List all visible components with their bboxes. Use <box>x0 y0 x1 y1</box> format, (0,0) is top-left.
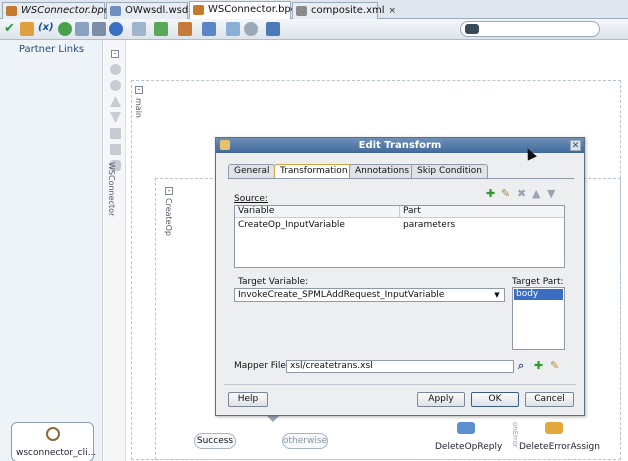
target-part-item[interactable]: body <box>514 289 563 300</box>
source-variable-cell[interactable]: CreateOp_InputVariable <box>235 219 400 231</box>
scope-icon[interactable] <box>110 128 121 139</box>
partner-links-panel: Partner Links wsconnector_cli... <box>0 40 103 461</box>
edit-transform-dialog: Edit Transform ✕ General Transformation … <box>215 137 585 416</box>
source-label: Source: <box>234 194 268 204</box>
main-label: main <box>134 98 143 118</box>
grid-icon[interactable] <box>92 22 106 36</box>
tab-wsconnector-bpel-1[interactable]: WSConnector.bpel× <box>2 2 124 19</box>
xpath-icon[interactable] <box>20 22 34 36</box>
mapper-file-value: xsl/createtrans.xsl <box>290 361 373 371</box>
tab-label: WSConnector.bpel <box>21 5 113 16</box>
layout-icon[interactable] <box>132 22 146 36</box>
success-branch[interactable]: Success <box>194 433 236 449</box>
mapper-file-input[interactable]: xsl/createtrans.xsl <box>286 360 514 373</box>
mapper-file-label: Mapper File: <box>234 361 289 371</box>
delete-icon[interactable]: ✖ <box>517 188 528 199</box>
format-icon[interactable] <box>202 22 216 36</box>
reply-activity-icon[interactable] <box>457 422 475 434</box>
editor-tab-bar: WSConnector.bpel× OWwsdl.wsdl× WSConnect… <box>0 0 628 20</box>
flow-arrow-icon <box>267 416 279 422</box>
tab-annotations[interactable]: Annotations <box>349 164 416 178</box>
edit-icon[interactable]: ✎ <box>501 188 512 199</box>
target-variable-select[interactable]: InvokeCreate_SPMLAddRequest_InputVariabl… <box>234 288 505 302</box>
cancel-button[interactable]: Cancel <box>525 392 574 407</box>
deploy-icon[interactable] <box>154 22 168 36</box>
target-variable-label: Target Variable: <box>238 277 309 287</box>
tab-general[interactable]: General <box>228 164 276 178</box>
bpel-icon <box>193 5 204 15</box>
wsconnector-partner-link[interactable]: wsconnector_cli... <box>11 422 97 461</box>
tab-label: WSConnector.bpel <box>208 4 300 15</box>
add-icon[interactable]: ✚ <box>534 360 545 371</box>
add-icon[interactable]: ✚ <box>486 188 497 199</box>
close-icon[interactable]: × <box>389 6 397 16</box>
createop-label: CreateOp <box>164 198 173 236</box>
collapse-icon[interactable]: - <box>165 187 173 195</box>
validate-icon[interactable]: ✔ <box>4 22 18 36</box>
plugin-icon[interactable] <box>266 22 280 36</box>
browse-icon[interactable] <box>226 22 240 36</box>
help-button[interactable]: Help <box>228 392 268 407</box>
move-up-icon[interactable]: ▲ <box>532 188 543 199</box>
divider <box>224 384 576 385</box>
column-header-part[interactable]: Part <box>400 206 564 218</box>
ok-button[interactable]: OK <box>471 392 519 407</box>
binoculars-icon <box>465 24 479 34</box>
target-part-label: Target Part: <box>512 277 564 287</box>
otherwise-branch[interactable]: otherwise <box>282 433 328 449</box>
tab-transformation[interactable]: Transformation <box>274 164 354 179</box>
info-icon[interactable] <box>109 22 123 36</box>
refresh-icon[interactable] <box>58 22 72 36</box>
apply-button[interactable]: Apply <box>417 392 465 407</box>
tab-label: composite.xml <box>311 5 385 16</box>
tab-composite[interactable]: composite.xml × <box>292 2 396 19</box>
collapse-icon[interactable]: - <box>111 50 119 58</box>
wsdl-icon <box>110 6 121 16</box>
column-header-variable[interactable]: Variable <box>235 206 400 218</box>
debug-icon[interactable] <box>178 22 192 36</box>
source-table: Variable Part CreateOp_InputVariable par… <box>234 205 565 268</box>
reply-icon[interactable] <box>110 112 121 123</box>
target-variable-value: InvokeCreate_SPMLAddRequest_InputVariabl… <box>238 290 445 300</box>
toolbar: ✔ (x) <box>0 19 628 40</box>
on-error-label: onError <box>511 422 519 448</box>
target-part-list[interactable]: body <box>512 287 565 350</box>
assign-icon[interactable] <box>110 96 121 107</box>
close-icon[interactable]: ✕ <box>570 140 581 151</box>
source-part-cell[interactable]: parameters <box>400 219 564 231</box>
receive-icon[interactable] <box>110 64 121 75</box>
image-icon[interactable] <box>75 22 89 36</box>
bpel-icon <box>6 6 17 16</box>
composite-icon <box>296 6 307 16</box>
assign-activity-icon[interactable] <box>545 422 563 434</box>
partner-links-title: Partner Links <box>18 44 85 55</box>
tab-owwsdl[interactable]: OWwsdl.wsdl× <box>106 2 203 19</box>
transform-icon[interactable] <box>110 144 121 155</box>
transform-icon <box>220 140 230 150</box>
tab-wsconnector-bpel-2[interactable]: WSConnector.bpel× <box>189 1 311 20</box>
cloud-icon[interactable] <box>244 22 258 36</box>
move-down-icon[interactable]: ▼ <box>547 188 558 199</box>
chevron-down-icon[interactable]: ▼ <box>492 290 502 300</box>
component-palette: - <box>104 40 126 461</box>
edit-icon[interactable]: ✎ <box>550 360 561 371</box>
delete-op-reply-label: DeleteOpReply <box>435 442 503 452</box>
invoke-icon[interactable] <box>110 80 121 91</box>
wsconnector-label: WSConnector <box>107 162 116 217</box>
connector-label: wsconnector_cli... <box>16 448 97 458</box>
collapse-icon[interactable]: - <box>135 86 143 94</box>
gear-icon <box>46 427 60 441</box>
xpath-label[interactable]: (x) <box>38 22 54 33</box>
search-input[interactable] <box>460 21 600 37</box>
search-icon[interactable]: ⌕ <box>518 360 529 371</box>
tab-skip-condition[interactable]: Skip Condition <box>411 164 488 178</box>
tab-label: OWwsdl.wsdl <box>125 5 191 16</box>
dialog-title: Edit Transform <box>358 140 442 151</box>
delete-error-assign-label: DeleteErrorAssign <box>519 442 600 452</box>
